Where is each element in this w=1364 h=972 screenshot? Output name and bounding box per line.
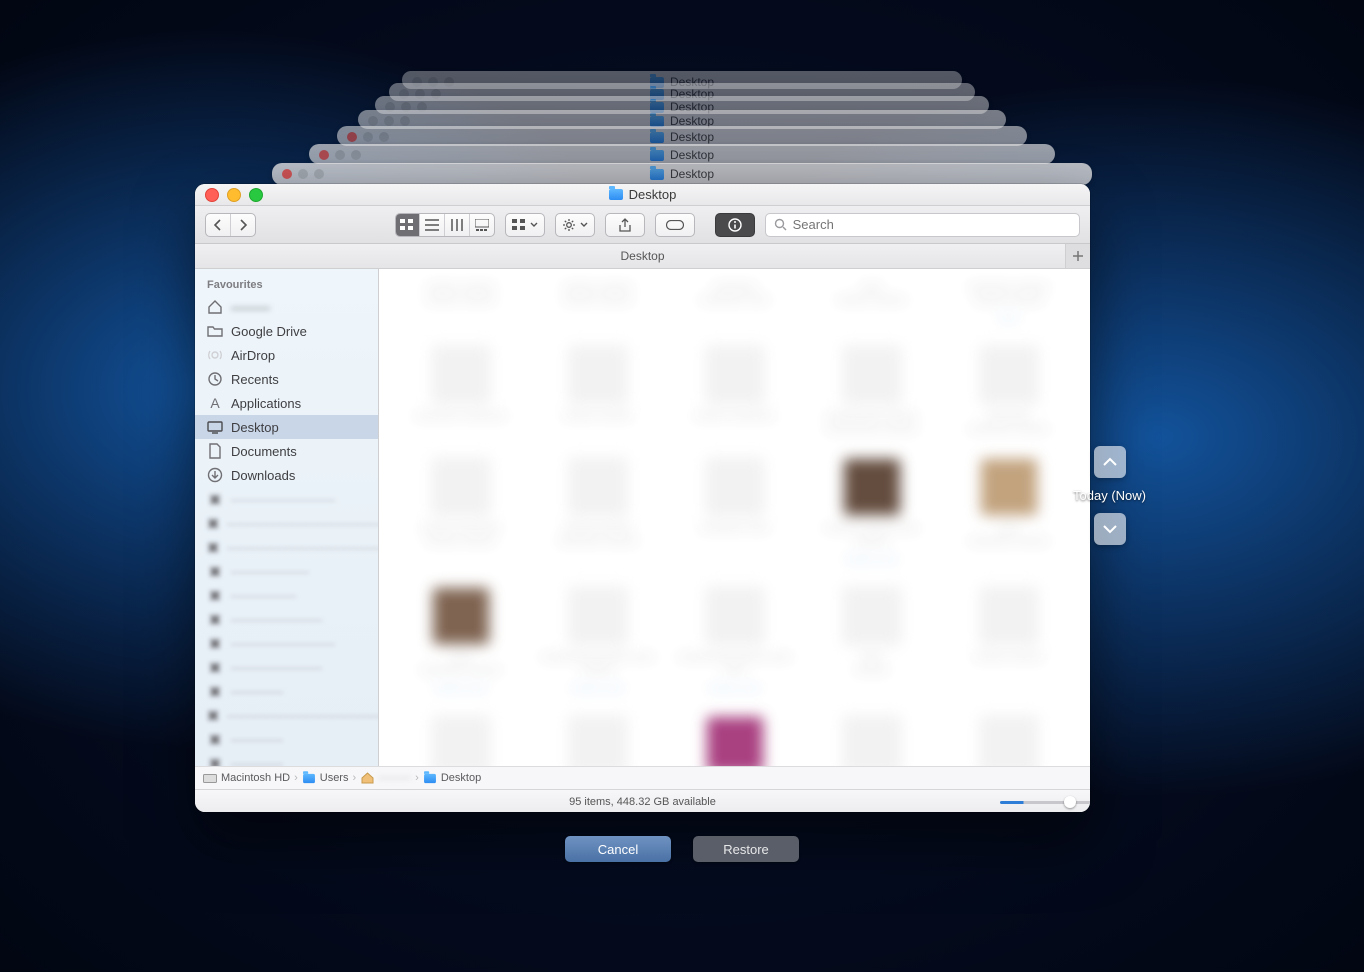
tab-label[interactable]: Desktop — [620, 249, 664, 263]
gallery-view-button[interactable] — [470, 214, 494, 236]
sidebar-item-blurred: ▣——————— — [195, 607, 378, 631]
sidebar-item-blurred: ▣——————— — [195, 655, 378, 679]
sidebar-item-blurred: ▣———— — [195, 679, 378, 703]
sidebar-item-downloads[interactable]: Downloads — [195, 463, 378, 487]
back-button[interactable] — [206, 214, 231, 236]
folder-icon — [423, 772, 437, 784]
sidebar-item-blurred: ▣————— — [195, 583, 378, 607]
sidebar-item-blurred: ▣———————— — [195, 487, 378, 511]
chevron-down-icon — [1102, 523, 1118, 535]
sidebar-item-desktop[interactable]: Desktop — [195, 415, 378, 439]
drive-icon — [203, 772, 217, 784]
timeline-controls: Today (Now) — [1073, 446, 1146, 545]
sidebar-item-blurred: ▣———— — [195, 751, 378, 766]
path-segment-blurred[interactable]: ——— — [378, 772, 411, 784]
close-button[interactable] — [205, 188, 219, 202]
sidebar-item-documents[interactable]: Documents — [195, 439, 378, 463]
sidebar: Favourites ——— Google Drive AirDrop Recents… — [195, 269, 379, 766]
sidebar-item-applications[interactable]: A Applications — [195, 391, 378, 415]
new-tab-button[interactable] — [1065, 244, 1090, 268]
folder-icon — [207, 323, 223, 339]
info-icon — [728, 218, 742, 232]
sidebar-item-blurred: ▣—————— — [195, 559, 378, 583]
sidebar-item-google-drive[interactable]: Google Drive — [195, 319, 378, 343]
path-segment[interactable]: Macintosh HD — [221, 772, 290, 784]
sidebar-item-label: Downloads — [231, 468, 295, 483]
sidebar-item-label: Google Drive — [231, 324, 307, 339]
path-bar: Macintosh HD › Users › ——— › Desktop — [195, 766, 1090, 789]
sidebar-item-label: AirDrop — [231, 348, 275, 363]
sidebar-item-blurred: ▣———————— — [195, 631, 378, 655]
sidebar-item-recents[interactable]: Recents — [195, 367, 378, 391]
icon-size-slider[interactable] — [1000, 797, 1076, 807]
share-icon — [619, 218, 631, 232]
ghost-window: Desktop — [309, 144, 1055, 164]
view-mode-segment — [395, 213, 495, 237]
icon-view-button[interactable] — [396, 214, 421, 236]
file-grid-area: ——— —————— ——— ——— —————— ——— ———————— —… — [379, 269, 1090, 766]
zoom-button[interactable] — [249, 188, 263, 202]
group-by-menu[interactable] — [505, 213, 545, 237]
chevron-up-icon — [1102, 456, 1118, 468]
sidebar-item-label: Desktop — [231, 420, 279, 435]
tag-icon — [666, 220, 684, 230]
minimize-button[interactable] — [227, 188, 241, 202]
recents-icon — [207, 371, 223, 387]
action-menu[interactable] — [555, 213, 595, 237]
path-segment[interactable]: Users — [320, 772, 349, 784]
cancel-button[interactable]: Cancel — [565, 836, 671, 862]
share-button[interactable] — [605, 213, 645, 237]
sidebar-item-home[interactable]: ——— — [195, 295, 378, 319]
desktop-icon — [207, 419, 223, 435]
chevron-down-icon — [530, 222, 538, 228]
search-input[interactable] — [793, 217, 1071, 232]
docs-icon — [207, 443, 223, 459]
status-text: 95 items, 448.32 GB available — [569, 796, 716, 808]
status-bar: 95 items, 448.32 GB available — [195, 789, 1090, 812]
sidebar-header: Favourites — [195, 275, 378, 295]
timeline-label: Today (Now) — [1073, 488, 1146, 503]
folder-icon — [609, 189, 623, 200]
plus-icon — [1072, 250, 1084, 262]
restore-button[interactable]: Restore — [693, 836, 799, 862]
ghost-window: Desktop — [337, 126, 1027, 146]
forward-button[interactable] — [231, 214, 255, 236]
list-view-button[interactable] — [420, 214, 445, 236]
sidebar-item-label: Documents — [231, 444, 297, 459]
tab-bar: Desktop — [195, 244, 1090, 269]
sidebar-item-airdrop[interactable]: AirDrop — [195, 343, 378, 367]
finder-window: Desktop — [195, 184, 1090, 812]
sidebar-item-blurred: ▣———— — [195, 727, 378, 751]
downloads-icon — [207, 467, 223, 483]
home-icon — [207, 299, 223, 315]
apps-icon: A — [207, 395, 223, 411]
gear-icon — [562, 218, 576, 232]
search-field[interactable] — [765, 213, 1080, 237]
nav-back-forward — [205, 213, 256, 237]
airdrop-icon — [207, 347, 223, 363]
titlebar: Desktop — [195, 184, 1090, 206]
toolbar — [195, 206, 1090, 244]
sidebar-item-label: Recents — [231, 372, 279, 387]
home-icon — [360, 772, 374, 784]
ghost-window: Desktop — [272, 163, 1092, 185]
info-button[interactable] — [715, 213, 755, 237]
timeline-next-button[interactable] — [1094, 513, 1126, 545]
sidebar-item-label: Applications — [231, 396, 301, 411]
sidebar-item-label: ——— — [231, 300, 270, 315]
action-bar: Cancel Restore — [565, 836, 799, 862]
sidebar-item-blurred: ▣———————————— — [195, 511, 378, 535]
column-view-button[interactable] — [445, 214, 470, 236]
window-title: Desktop — [629, 187, 677, 202]
sidebar-item-blurred: ▣——————————————— — [195, 535, 378, 559]
sidebar-item-blurred: ▣————————————— — [195, 703, 378, 727]
timeline-previous-button[interactable] — [1094, 446, 1126, 478]
svg-text:A: A — [210, 395, 220, 411]
path-segment[interactable]: Desktop — [441, 772, 481, 784]
folder-icon — [302, 772, 316, 784]
tags-button[interactable] — [655, 213, 695, 237]
search-icon — [774, 218, 787, 231]
